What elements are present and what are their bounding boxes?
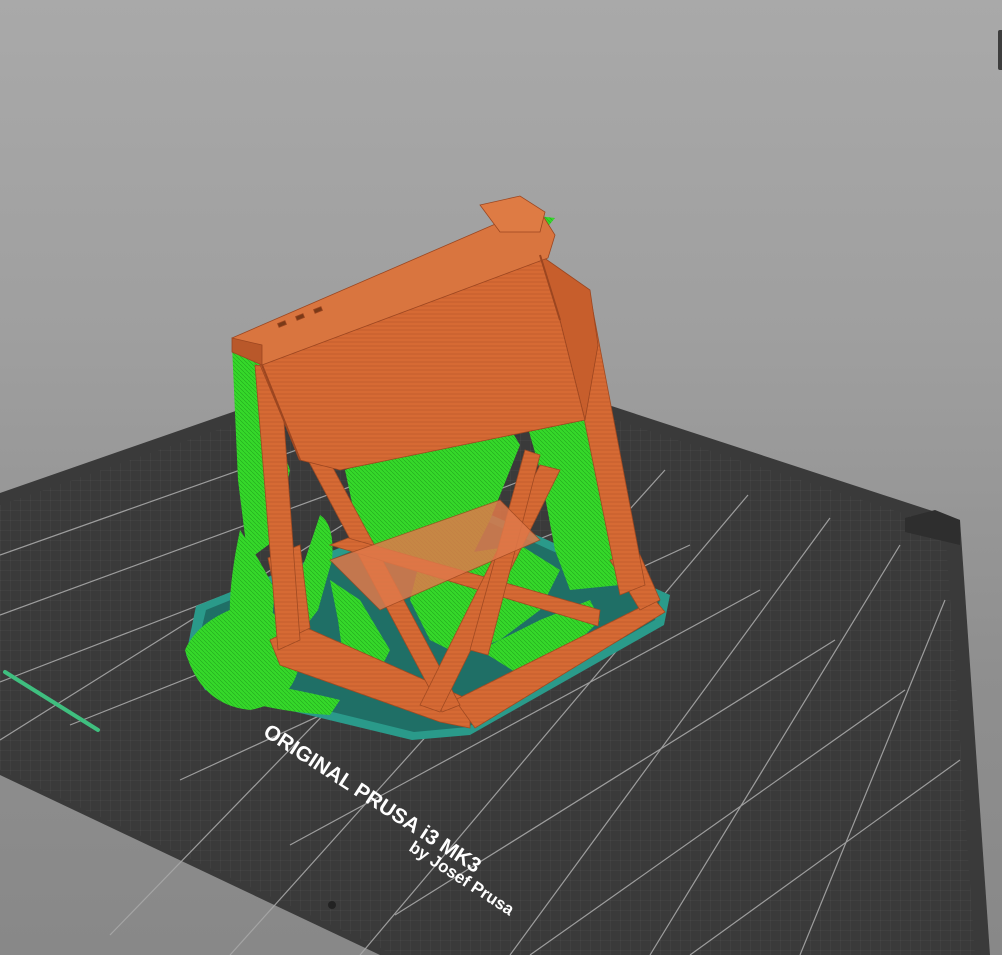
model-housing (231, 195, 599, 471)
collapse-sidebar-tab[interactable] (998, 30, 1002, 70)
model-object[interactable] (185, 195, 670, 740)
bed-screw-hole (328, 901, 336, 909)
3d-viewport[interactable]: ORIGINAL PRUSA i3 MK3 by Josef Prusa (0, 0, 1002, 955)
scene-canvas[interactable]: ORIGINAL PRUSA i3 MK3 by Josef Prusa (0, 0, 1002, 955)
